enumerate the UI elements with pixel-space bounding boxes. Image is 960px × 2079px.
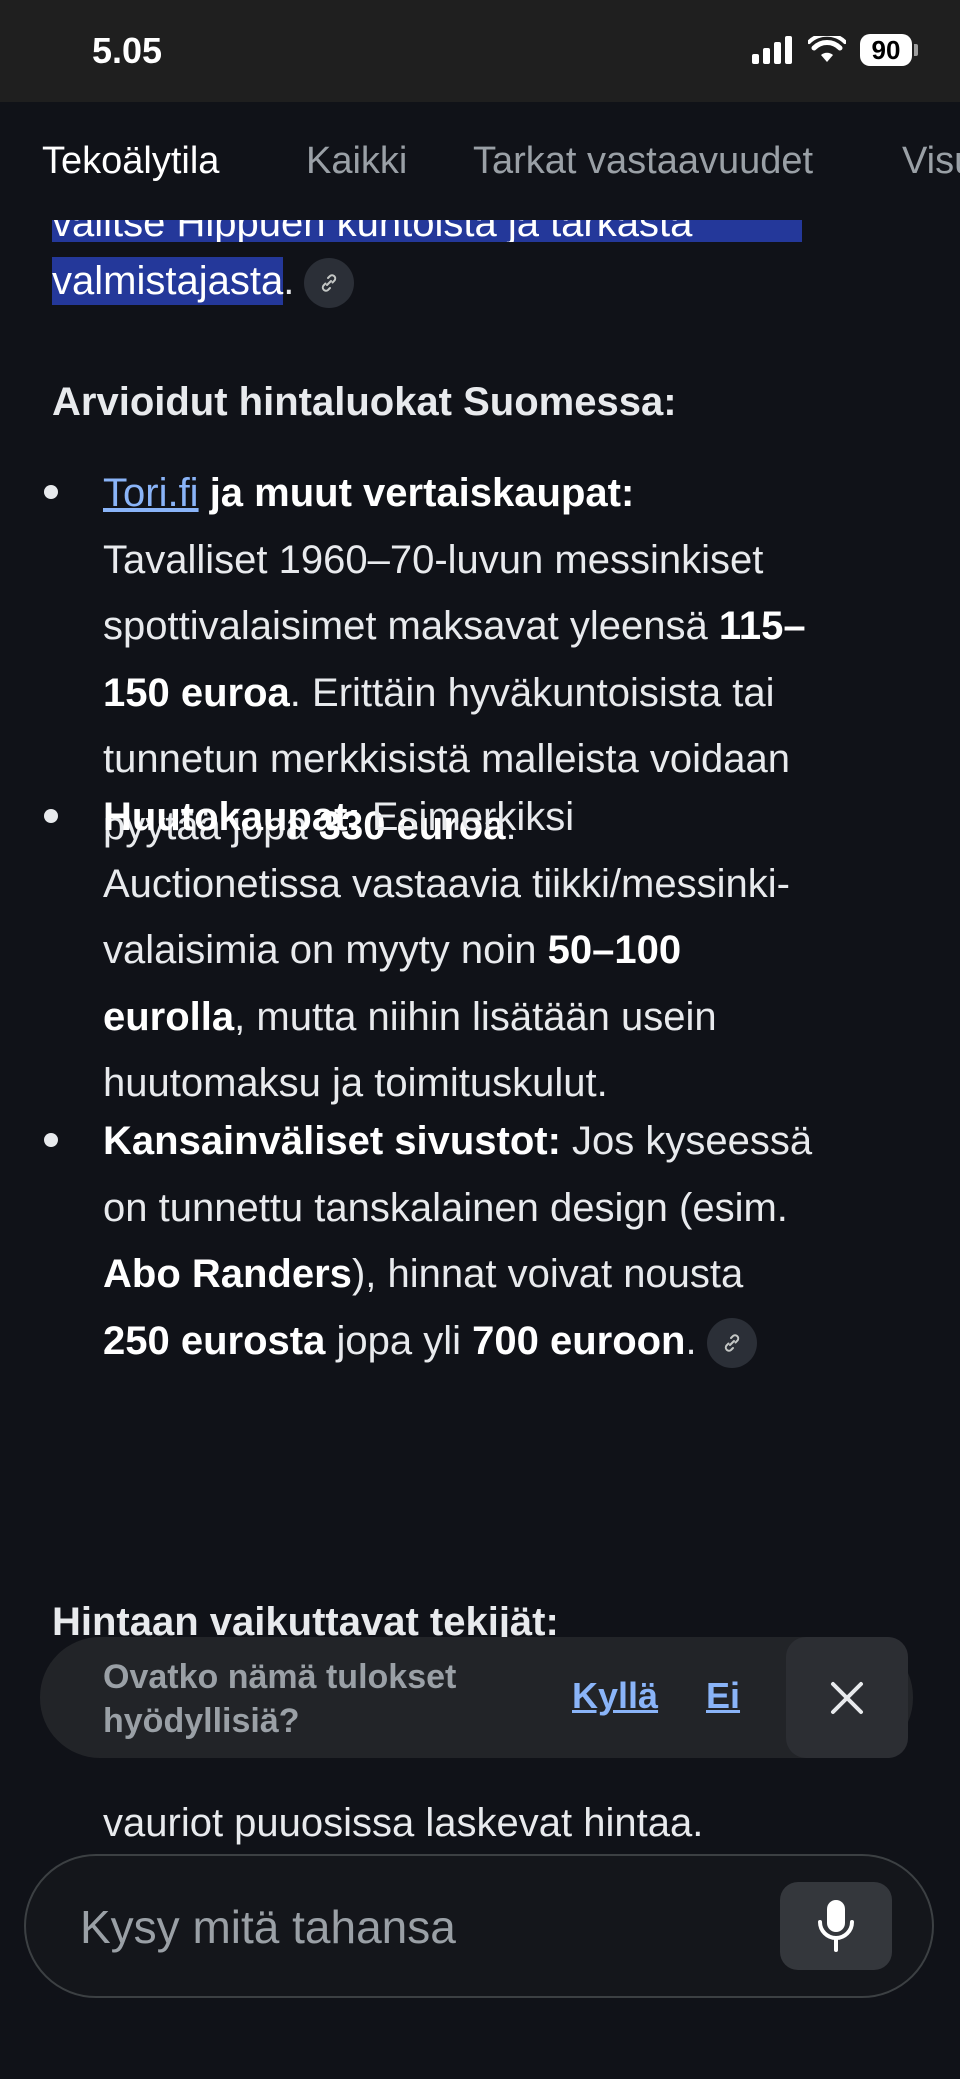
feedback-question: Ovatko nämä tulokset hyödyllisiä? [103, 1658, 457, 1740]
text-line: 150 euroa. Erittäin hyväkuntoisista tai [103, 670, 775, 715]
status-bar: 5.05 90 [0, 0, 960, 102]
link-icon[interactable] [304, 258, 355, 309]
text-line: valaisimia on myyty noin 50–100 [103, 928, 682, 972]
text-line: on tunnettu tanskalainen design (esim. [103, 1185, 788, 1230]
highlighted-text[interactable]: valmistajasta [52, 257, 284, 305]
text-line: eurolla, mutta niihin lisätään usein [103, 994, 717, 1039]
text-line: huutomaksu ja toimituskulut. [103, 1061, 608, 1105]
status-time: 5.05 [92, 30, 163, 71]
item-title: ja muut vertaiskaupat: [198, 471, 635, 515]
bullet [44, 1133, 58, 1147]
clipped-highlight-line: valitse Hippuen kuntoista ja tarkasta [52, 220, 802, 242]
list-item-text: Huutokaupat: Esimerkiksi Auctionetissa va… [103, 784, 923, 1117]
text-line: Kansainväliset sivustot: Jos kyseessä [103, 1119, 813, 1163]
close-button[interactable] [786, 1637, 908, 1758]
status-icons: 90 [752, 34, 918, 66]
feedback-no-link[interactable]: Ei [706, 1675, 740, 1717]
partial-paragraph: vauriot puuosissa laskevat hintaa. [103, 1801, 704, 1845]
bullet [44, 485, 58, 499]
text-line: spottivalaisimet maksavat yleensä 115– [103, 604, 806, 648]
text-line: Tavalliset 1960–70-luvun messinkiset [103, 537, 764, 582]
mic-icon [818, 1900, 854, 1952]
text-line: Auctionetissa vastaavia tiikki/messinki- [103, 861, 790, 906]
tab-ai-mode[interactable]: Tekoälytila [42, 140, 219, 183]
tab-exact-matches[interactable]: Tarkat vastaavuudet [473, 140, 813, 183]
battery-icon: 90 [860, 34, 918, 66]
mic-button[interactable] [780, 1882, 892, 1970]
ask-input[interactable]: Kysy mitä tahansa [24, 1854, 934, 1998]
section-heading: Arvioidut hintaluokat Suomessa: [52, 380, 677, 424]
text-line: Tori.fi ja muut vertaiskaupat: [103, 460, 923, 527]
tab-all[interactable]: Kaikki [306, 140, 407, 183]
item-title: Huutokaupat: [103, 795, 361, 839]
bullet [44, 809, 58, 823]
top-paragraph: valmistajasta. [52, 248, 355, 314]
text-line: Abo Randers), hinnat voivat nousta [103, 1252, 744, 1296]
source-link[interactable]: Tori.fi [103, 471, 199, 515]
list-item-text: Kansainväliset sivustot: Jos kyseessä on … [103, 1108, 923, 1374]
search-tabs: Tekoälytila Kaikki Tarkat vastaavuudet V… [0, 102, 960, 220]
wifi-icon [808, 36, 846, 62]
text-line: Huutokaupat: Esimerkiksi [103, 795, 575, 839]
text-line: 250 eurosta jopa yli 700 euroon. [103, 1308, 923, 1375]
text-line: tunnetun merkkisistä malleista voidaan [103, 737, 791, 781]
tab-images[interactable]: Visu [902, 140, 960, 183]
feedback-yes-link[interactable]: Kyllä [572, 1675, 658, 1717]
feedback-banner: Ovatko nämä tulokset hyödyllisiä? Kyllä … [40, 1637, 913, 1758]
item-title: Kansainväliset sivustot: [103, 1119, 561, 1163]
content-area[interactable]: Tekoälytila Kaikki Tarkat vastaavuudet V… [0, 102, 960, 2079]
link-icon[interactable] [706, 1317, 757, 1368]
signal-icon [752, 36, 792, 64]
close-icon [831, 1681, 863, 1714]
ask-input-placeholder: Kysy mitä tahansa [80, 1901, 456, 1953]
